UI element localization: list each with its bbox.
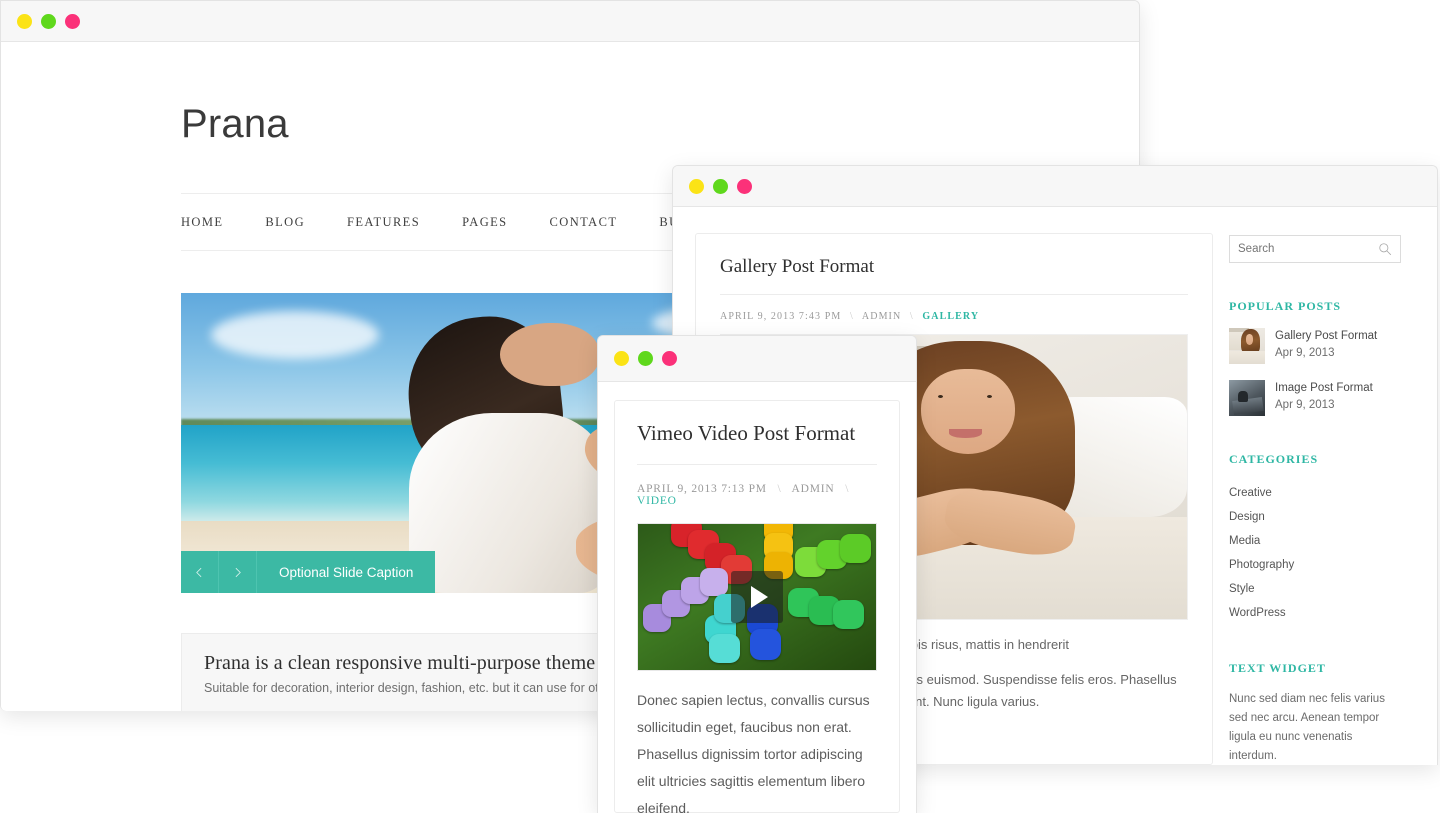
search-icon[interactable] (1378, 242, 1392, 261)
video-post-article: Vimeo Video Post Format APRIL 9, 2013 7:… (614, 400, 900, 813)
minimize-dot[interactable] (689, 178, 704, 194)
slider-prev-button[interactable] (181, 551, 219, 593)
maximize-dot[interactable] (713, 178, 728, 194)
chevron-right-icon (235, 567, 241, 577)
post-meta: APRIL 9, 2013 7:13 PM \ ADMIN \ VIDEO (637, 465, 877, 523)
category-item[interactable]: Design (1229, 505, 1401, 529)
browser-window-video-post: Vimeo Video Post Format APRIL 9, 2013 7:… (597, 335, 917, 813)
popular-post-date: Apr 9, 2013 (1275, 398, 1335, 411)
post-title: Vimeo Video Post Format (637, 421, 877, 465)
categories-list: Creative Design Media Photography Style … (1229, 481, 1401, 625)
chevron-left-icon (196, 567, 202, 577)
popular-posts-title: POPULAR POSTS (1229, 299, 1342, 313)
post-date: APRIL 9, 2013 7:43 PM (720, 311, 842, 322)
nav-item-contact[interactable]: CONTACT (550, 215, 642, 230)
post-meta: APRIL 9, 2013 7:43 PM \ ADMIN \ GALLERY (720, 295, 1188, 334)
window-titlebar[interactable] (1, 1, 1139, 42)
slider-next-button[interactable] (219, 551, 257, 593)
window-controls (689, 178, 752, 194)
category-item[interactable]: Media (1229, 529, 1401, 553)
maximize-dot[interactable] (638, 351, 653, 366)
category-item[interactable]: Style (1229, 577, 1401, 601)
window-controls (17, 13, 80, 29)
close-dot[interactable] (662, 351, 677, 366)
category-item[interactable]: Photography (1229, 553, 1401, 577)
popular-post-date: Apr 9, 2013 (1275, 346, 1335, 359)
close-dot[interactable] (737, 178, 752, 194)
category-item[interactable]: WordPress (1229, 601, 1401, 625)
play-button[interactable] (731, 571, 783, 623)
nav-item-features[interactable]: FEATURES (347, 215, 444, 230)
maximize-dot[interactable] (41, 13, 56, 29)
play-icon (750, 586, 768, 608)
screenshot-stage: Prana HOME BLOG FEATURES PAGES CONTACT B… (0, 0, 1440, 813)
meta-separator: \ (845, 483, 850, 495)
post-category-link[interactable]: VIDEO (637, 495, 677, 507)
popular-post-thumbnail (1229, 380, 1265, 416)
window-controls (614, 351, 677, 366)
category-item[interactable]: Creative (1229, 481, 1401, 505)
nav-item-pages[interactable]: PAGES (462, 215, 531, 230)
close-dot[interactable] (65, 13, 80, 29)
minimize-dot[interactable] (17, 13, 32, 29)
popular-post-title[interactable]: Gallery Post Format (1275, 328, 1377, 345)
minimize-dot[interactable] (614, 351, 629, 366)
popular-post-item[interactable]: Image Post Format Apr 9, 2013 (1229, 380, 1401, 416)
text-widget-title: TEXT WIDGET (1229, 661, 1326, 675)
text-widget-body: Nunc sed diam nec felis varius sed nec a… (1229, 693, 1385, 762)
post-category-link[interactable]: GALLERY (922, 311, 979, 322)
window-titlebar[interactable] (598, 336, 916, 382)
video-viewport: Vimeo Video Post Format APRIL 9, 2013 7:… (598, 382, 916, 813)
slider-controls: Optional Slide Caption (181, 551, 436, 593)
site-logo[interactable]: Prana (181, 42, 1139, 147)
post-title: Gallery Post Format (720, 256, 1188, 295)
post-author[interactable]: ADMIN (862, 311, 901, 322)
search-input[interactable] (1238, 243, 1392, 255)
post-body: Donec sapien lectus, convallis cursus so… (637, 692, 870, 813)
meta-separator: \ (909, 311, 914, 322)
sidebar: POPULAR POSTS Gallery Post Format Apr 9,… (1229, 233, 1401, 765)
popular-post-thumbnail (1229, 328, 1265, 364)
nav-item-blog[interactable]: BLOG (265, 215, 329, 230)
post-author[interactable]: ADMIN (792, 483, 835, 495)
video-player[interactable] (637, 523, 877, 671)
post-date: APRIL 9, 2013 7:13 PM (637, 483, 767, 495)
meta-separator: \ (849, 311, 854, 322)
popular-post-item[interactable]: Gallery Post Format Apr 9, 2013 (1229, 328, 1401, 364)
search-widget[interactable] (1229, 235, 1401, 263)
popular-post-title[interactable]: Image Post Format (1275, 380, 1373, 397)
slide-caption: Optional Slide Caption (257, 551, 436, 593)
meta-separator: \ (777, 483, 782, 495)
window-titlebar[interactable] (673, 166, 1437, 207)
categories-title: CATEGORIES (1229, 452, 1319, 466)
nav-item-home[interactable]: HOME (181, 215, 247, 230)
